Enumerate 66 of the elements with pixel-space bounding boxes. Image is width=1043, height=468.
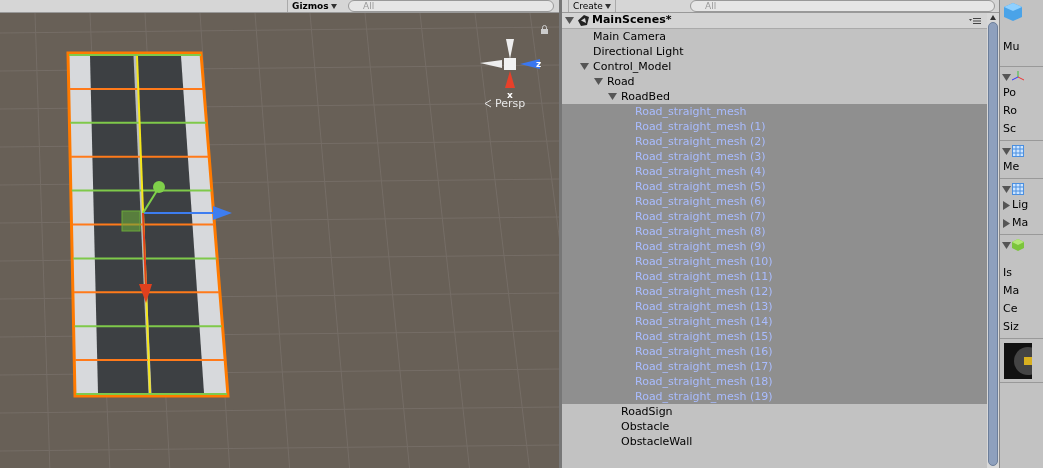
expand-arrow-icon[interactable] xyxy=(1002,72,1011,82)
property-label: Ro xyxy=(1003,102,1017,119)
chevron-left-icon[interactable] xyxy=(484,99,492,108)
scene-header[interactable]: MainScenes* xyxy=(562,13,987,29)
hierarchy-item[interactable]: Road_straight_mesh (5) xyxy=(562,179,987,194)
caret-icon[interactable] xyxy=(330,3,337,9)
hierarchy-item[interactable]: Road_straight_mesh xyxy=(562,104,987,119)
property-label: Me xyxy=(1003,158,1020,175)
lock-icon[interactable] xyxy=(540,25,549,34)
property-label: Siz xyxy=(1003,318,1019,335)
hierarchy-item[interactable]: ObstacleWall xyxy=(562,434,987,449)
axes-icon xyxy=(1012,71,1024,83)
hierarchy-item[interactable]: Road_straight_mesh (2) xyxy=(562,134,987,149)
property-label: Ma xyxy=(1012,214,1029,231)
hierarchy-item[interactable]: Road_straight_mesh (7) xyxy=(562,209,987,224)
property-label: Sc xyxy=(1003,120,1017,137)
hierarchy-item[interactable]: Road_straight_mesh (12) xyxy=(562,284,987,299)
caret-icon[interactable] xyxy=(604,3,611,9)
search-field[interactable]: All xyxy=(348,0,554,12)
hierarchy-item[interactable]: Control_Model xyxy=(562,59,987,74)
hierarchy-item[interactable]: Road_straight_mesh (10) xyxy=(562,254,987,269)
hierarchy-item[interactable]: Road_straight_mesh (16) xyxy=(562,344,987,359)
scene-name: MainScenes* xyxy=(592,13,672,29)
hierarchy-item[interactable]: Road_straight_mesh (18) xyxy=(562,374,987,389)
hierarchy-item[interactable]: RoadSign xyxy=(562,404,987,419)
axis-label: z xyxy=(536,60,542,69)
property-label: Lig xyxy=(1012,196,1029,213)
property-label: Po xyxy=(1003,84,1016,101)
hierarchy-item[interactable]: Road_straight_mesh (1) xyxy=(562,119,987,134)
hierarchy-item[interactable]: Road_straight_mesh (19) xyxy=(562,389,987,404)
hierarchy-item[interactable]: Road_straight_mesh (6) xyxy=(562,194,987,209)
search-field[interactable]: All xyxy=(690,0,995,12)
grid-icon xyxy=(1012,183,1024,195)
hierarchy-item[interactable]: Road_straight_mesh (11) xyxy=(562,269,987,284)
hierarchy-item[interactable]: Road_straight_mesh (9) xyxy=(562,239,987,254)
menu-icon[interactable] xyxy=(969,16,981,25)
unity-logo-icon xyxy=(577,14,590,27)
property-label: Ce xyxy=(1003,300,1018,317)
hierarchy-item[interactable]: Main Camera xyxy=(562,29,987,44)
inspector-label: Mu xyxy=(1003,39,1021,55)
cube-icon xyxy=(1003,2,1023,22)
hierarchy-item[interactable]: RoadBed xyxy=(562,89,987,104)
hierarchy-item[interactable]: Road_straight_mesh (17) xyxy=(562,359,987,374)
expand-arrow-icon[interactable] xyxy=(565,16,574,25)
hierarchy-item[interactable]: Road_straight_mesh (13) xyxy=(562,299,987,314)
hierarchy-item[interactable]: Road_straight_mesh (8) xyxy=(562,224,987,239)
gizmos-dropdown[interactable]: Gizmos xyxy=(287,0,341,12)
hierarchy-item[interactable]: Road_straight_mesh (4) xyxy=(562,164,987,179)
property-label: Ma xyxy=(1003,282,1020,299)
scroll-up-arrow-icon[interactable] xyxy=(990,15,996,20)
hierarchy-item[interactable]: Road xyxy=(562,74,987,89)
move-gizmo-drawing[interactable] xyxy=(121,181,232,303)
hierarchy-item[interactable]: Road_straight_mesh (3) xyxy=(562,149,987,164)
hierarchy-item[interactable]: Directional Light xyxy=(562,44,987,59)
cube-icon xyxy=(1012,239,1024,251)
expand-arrow-icon[interactable] xyxy=(1002,146,1011,156)
grid-icon xyxy=(1012,145,1024,157)
property-label: Is xyxy=(1003,264,1012,281)
axis-label: x xyxy=(507,91,513,100)
create-dropdown[interactable]: Create xyxy=(568,0,616,12)
projection-label[interactable]: Persp xyxy=(495,98,526,109)
hierarchy-item[interactable]: Obstacle xyxy=(562,419,987,434)
expand-arrow-icon[interactable] xyxy=(1002,240,1011,250)
hierarchy-item[interactable]: Road_straight_mesh (14) xyxy=(562,314,987,329)
hierarchy-item[interactable]: Road_straight_mesh (15) xyxy=(562,329,987,344)
scrollbar[interactable] xyxy=(987,13,999,468)
